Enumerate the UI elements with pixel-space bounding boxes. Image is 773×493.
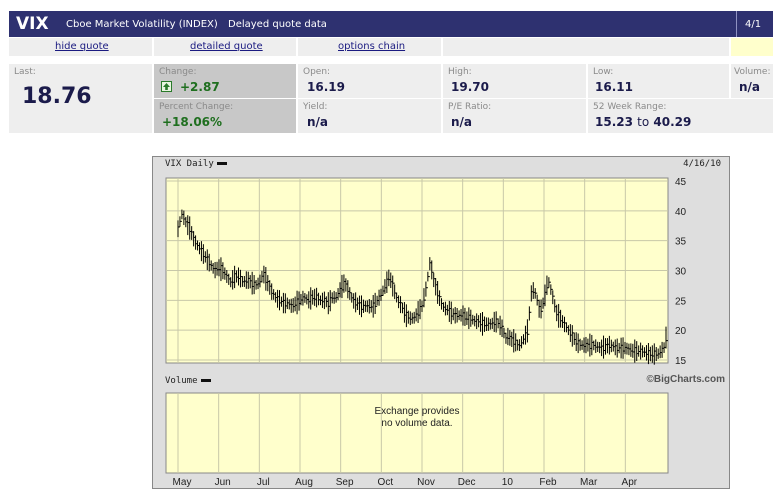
hide-quote-link[interactable]: hide quote <box>55 41 109 52</box>
highlight-cell <box>731 38 773 56</box>
change-cell: Change: +2.87 <box>154 64 296 98</box>
x-tick-label: Jul <box>257 477 270 488</box>
last-cell: Last: 18.76 <box>9 64 152 133</box>
pe-label: P/E Ratio: <box>448 102 492 112</box>
bigcharts-credit: ©BigCharts.com <box>646 374 726 385</box>
delay-note: Delayed quote data <box>228 19 327 30</box>
link-cell-empty <box>443 38 729 56</box>
volume-label: Volume: <box>734 67 771 77</box>
y-tick-label: 40 <box>675 207 687 218</box>
percent-change-value: +18.06% <box>162 115 223 129</box>
percent-change-cell: Percent Change: +18.06% <box>154 99 296 133</box>
x-tick-label: Oct <box>378 477 394 488</box>
x-tick-label: Apr <box>622 477 638 488</box>
percent-change-label: Percent Change: <box>159 102 234 112</box>
x-tick-label: Mar <box>580 477 598 488</box>
range-label: 52 Week Range: <box>593 102 667 112</box>
y-tick-label: 25 <box>675 296 687 307</box>
change-label: Change: <box>159 67 197 77</box>
header-date: 4/1 <box>745 19 762 30</box>
x-tick-label: May <box>173 477 192 488</box>
x-tick-label: Aug <box>295 477 313 488</box>
yield-value: n/a <box>307 115 329 129</box>
x-tick-label: Jun <box>215 477 231 488</box>
volume-chart-title: Volume <box>165 376 211 386</box>
options-chain-link[interactable]: options chain <box>338 41 405 52</box>
link-cell-options: options chain <box>298 38 441 56</box>
symbol: VIX <box>16 14 49 34</box>
volume-cell: Volume: n/a <box>731 64 773 98</box>
x-tick-label: Dec <box>458 477 476 488</box>
volume-plot-area <box>165 392 669 474</box>
last-value: 18.76 <box>22 84 92 109</box>
range-value: 15.23 to 40.29 <box>595 115 691 129</box>
detailed-quote-link[interactable]: detailed quote <box>190 41 263 52</box>
volume-message-line-2: no volume data. <box>381 418 452 429</box>
low-label: Low: <box>593 67 614 77</box>
range-to: to <box>637 115 650 129</box>
x-tick-label: Sep <box>336 477 354 488</box>
low-value: 16.11 <box>595 80 633 94</box>
price-chart-panel: VIX Daily 4/16/10 15 20 25 30 35 40 45 May Jun J… <box>152 156 730 489</box>
volume-message-line-1: Exchange provides <box>374 406 459 417</box>
x-tick-label: Feb <box>539 477 557 488</box>
range-cell: 52 Week Range: 15.23 to 40.29 <box>588 99 773 133</box>
pe-value: n/a <box>451 115 473 129</box>
up-arrow-icon <box>161 81 172 92</box>
header-divider <box>736 11 737 37</box>
y-tick-label: 45 <box>675 177 687 188</box>
y-tick-label: 15 <box>675 356 687 367</box>
x-tick-label: 10 <box>502 477 514 488</box>
range-low: 15.23 <box>595 115 633 129</box>
y-tick-label: 30 <box>675 267 687 278</box>
link-cell-hide: hide quote <box>9 38 152 56</box>
x-tick-label: Nov <box>417 477 435 488</box>
link-cell-detailed: detailed quote <box>154 38 296 56</box>
y-tick-label: 35 <box>675 237 687 248</box>
open-label: Open: <box>303 67 331 77</box>
high-label: High: <box>448 67 472 77</box>
change-value: +2.87 <box>180 80 220 94</box>
security-name: Cboe Market Volatility (INDEX) <box>66 19 218 30</box>
open-cell: Open: 16.19 <box>298 64 441 98</box>
yield-cell: Yield: n/a <box>298 99 441 133</box>
yield-label: Yield: <box>303 102 328 112</box>
volume-legend-swatch <box>200 379 211 382</box>
pe-cell: P/E Ratio: n/a <box>443 99 586 133</box>
last-label: Last: <box>14 67 36 77</box>
high-cell: High: 19.70 <box>443 64 586 98</box>
quote-header: VIX Cboe Market Volatility (INDEX) Delay… <box>9 11 773 37</box>
range-high: 40.29 <box>653 115 692 129</box>
y-tick-label: 20 <box>675 326 687 337</box>
open-value: 16.19 <box>307 80 345 94</box>
volume-value: n/a <box>739 80 761 94</box>
high-value: 19.70 <box>451 80 489 94</box>
low-cell: Low: 16.11 <box>588 64 729 98</box>
price-chart-svg: 15 20 25 30 35 40 45 May Jun Jul Aug Sep Oct Nov Dec 1… <box>165 177 687 488</box>
